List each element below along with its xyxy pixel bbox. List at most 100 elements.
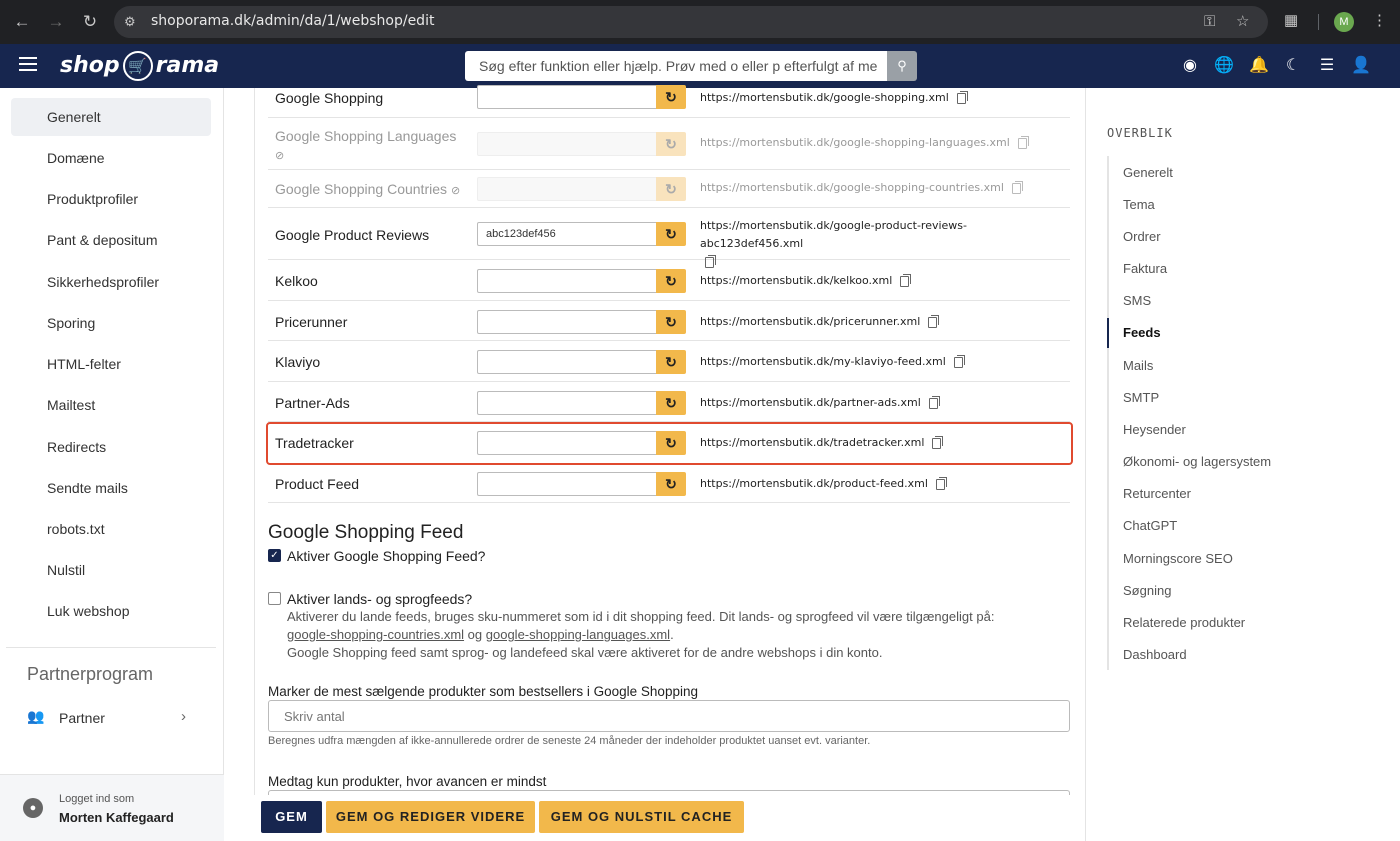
copy-icon[interactable] xyxy=(900,273,912,287)
sidebar-item-domaene[interactable]: Domæne xyxy=(11,139,211,177)
countries-feed-link[interactable]: google-shopping-countries.xml xyxy=(287,627,464,642)
feed-url: https://mortensbutik.dk/partner-ads.xml xyxy=(700,394,1068,412)
overview-item-tema[interactable]: Tema xyxy=(1123,197,1155,212)
activate-google-feed-checkbox[interactable]: ✓ xyxy=(268,549,281,562)
back-icon[interactable]: ← xyxy=(10,10,34,34)
overview-item-dashboard[interactable]: Dashboard xyxy=(1123,647,1187,662)
activate-google-feed-label[interactable]: Aktiver Google Shopping Feed? xyxy=(287,548,485,564)
feed-name: Google Shopping Languages ⊘ xyxy=(275,127,465,165)
sidebar-item-generelt[interactable]: Generelt xyxy=(11,98,211,136)
feed-url-text: https://mortensbutik.dk/pricerunner.xml xyxy=(700,315,921,328)
overview-item-okonomi[interactable]: Økonomi- og lagersystem xyxy=(1123,454,1271,469)
country-language-feeds-label[interactable]: Aktiver lands- og sprogfeeds? xyxy=(287,591,472,607)
overview-item-faktura[interactable]: Faktura xyxy=(1123,261,1167,276)
password-key-icon[interactable]: ⚿ xyxy=(1204,13,1215,31)
refresh-icon[interactable]: ↻ xyxy=(656,269,686,293)
copy-icon[interactable] xyxy=(953,354,965,368)
copy-icon[interactable] xyxy=(1011,180,1023,194)
user-icon[interactable]: 👤 xyxy=(1351,56,1371,76)
reload-icon[interactable]: ↻ xyxy=(78,10,102,34)
profile-avatar[interactable]: M xyxy=(1334,12,1354,32)
refresh-icon[interactable]: ↻ xyxy=(656,472,686,496)
save-button[interactable]: GEM xyxy=(261,801,322,833)
search-icon[interactable]: ⚲ xyxy=(887,51,917,81)
save-reset-cache-button[interactable]: GEM OG NULSTIL CACHE xyxy=(539,801,744,833)
overview-item-generelt[interactable]: Generelt xyxy=(1123,165,1173,180)
overview-item-heysender[interactable]: Heysender xyxy=(1123,422,1186,437)
desc-period: . xyxy=(670,627,674,642)
overview-item-feeds[interactable]: Feeds xyxy=(1123,325,1161,340)
feed-name: Kelkoo xyxy=(275,273,318,289)
globe-icon[interactable]: 🌐 xyxy=(1214,56,1234,76)
tradetracker-highlight xyxy=(266,422,1073,465)
refresh-icon[interactable]: ↻ xyxy=(656,222,686,246)
bell-icon[interactable]: 🔔 xyxy=(1249,56,1269,76)
copy-icon[interactable] xyxy=(956,90,968,104)
sidebar-item-sikkerhedsprofiler[interactable]: Sikkerhedsprofiler xyxy=(11,263,211,301)
sidebar-item-html-felter[interactable]: HTML-felter xyxy=(11,345,211,383)
sidebar-item-robots[interactable]: robots.txt xyxy=(11,510,211,548)
overview-item-ordrer[interactable]: Ordrer xyxy=(1123,229,1161,244)
eye-icon[interactable]: ◉ xyxy=(1180,56,1200,76)
feed-id-input[interactable] xyxy=(477,310,657,334)
overview-item-sogning[interactable]: Søgning xyxy=(1123,583,1171,598)
feed-url-text: https://mortensbutik.dk/google-shopping-… xyxy=(700,181,1004,194)
bestseller-count-input[interactable]: Skriv antal xyxy=(268,700,1070,732)
feed-id-input[interactable] xyxy=(477,350,657,374)
url-text[interactable]: shoporama.dk/admin/da/1/webshop/edit xyxy=(151,13,434,29)
feed-name: Product Feed xyxy=(275,476,360,492)
sidebar-item-nulstil[interactable]: Nulstil xyxy=(11,551,211,589)
sidebar-item-sporing[interactable]: Sporing xyxy=(11,304,211,342)
address-bar[interactable]: ⚙ shoporama.dk/admin/da/1/webshop/edit ⚿… xyxy=(114,6,1268,38)
sidebar-item-mailtest[interactable]: Mailtest xyxy=(11,386,211,424)
copy-icon[interactable] xyxy=(928,395,940,409)
dark-mode-moon-icon[interactable]: ☾ xyxy=(1283,56,1303,76)
languages-feed-link[interactable]: google-shopping-languages.xml xyxy=(486,627,670,642)
feed-row-google-shopping-countries: Google Shopping Countries ⊘ ↻ https://mor… xyxy=(268,170,1070,208)
extensions-icon[interactable]: ▦ xyxy=(1284,11,1298,29)
hamburger-menu-icon[interactable] xyxy=(19,57,37,75)
overview-item-sms[interactable]: SMS xyxy=(1123,293,1151,308)
feed-url: https://mortensbutik.dk/google-shopping-… xyxy=(700,179,1068,197)
feed-name: Pricerunner xyxy=(275,314,348,330)
desc-line3: Google Shopping feed samt sprog- og land… xyxy=(287,645,883,660)
feed-id-input[interactable] xyxy=(477,391,657,415)
overview-item-chatgpt[interactable]: ChatGPT xyxy=(1123,518,1177,533)
feed-id-input[interactable]: abc123def456 xyxy=(477,222,657,246)
refresh-icon[interactable]: ↻ xyxy=(656,350,686,374)
search-input[interactable]: Søg efter funktion eller hjælp. Prøv med… xyxy=(465,51,887,81)
refresh-icon[interactable]: ↻ xyxy=(656,85,686,109)
feed-id-input[interactable] xyxy=(477,269,657,293)
overview-item-morningscore[interactable]: Morningscore SEO xyxy=(1123,551,1233,566)
people-icon: 👥 xyxy=(27,708,45,724)
copy-icon[interactable] xyxy=(928,314,940,328)
sidebar-item-redirects[interactable]: Redirects xyxy=(11,428,211,466)
bookmark-star-icon[interactable]: ☆ xyxy=(1236,13,1249,31)
feed-url: https://mortensbutik.dk/kelkoo.xml xyxy=(700,272,1068,290)
stack-menu-icon[interactable]: ☰ xyxy=(1317,56,1337,76)
feed-id-input[interactable] xyxy=(477,85,657,109)
sidebar-item-luk-webshop[interactable]: Luk webshop xyxy=(11,592,211,630)
overview-item-returcenter[interactable]: Returcenter xyxy=(1123,486,1191,501)
overview-item-relaterede[interactable]: Relaterede produkter xyxy=(1123,615,1245,630)
overview-item-smtp[interactable]: SMTP xyxy=(1123,390,1159,405)
refresh-icon[interactable]: ↻ xyxy=(656,391,686,415)
sidebar-item-pant-depositum[interactable]: Pant & depositum xyxy=(11,221,211,259)
sidebar-item-sendte-mails[interactable]: Sendte mails xyxy=(11,469,211,507)
sidebar-item-produktprofiler[interactable]: Produktprofiler xyxy=(11,180,211,218)
overview-item-mails[interactable]: Mails xyxy=(1123,358,1153,373)
site-settings-icon[interactable]: ⚙ xyxy=(124,13,142,31)
feed-name: Google Product Reviews xyxy=(275,227,430,243)
country-language-feeds-checkbox[interactable] xyxy=(268,592,281,605)
save-continue-button[interactable]: GEM OG REDIGER VIDERE xyxy=(326,801,535,833)
copy-icon[interactable] xyxy=(1017,135,1029,149)
logo-text-right: rama xyxy=(155,53,220,78)
feed-id-input[interactable] xyxy=(477,472,657,496)
sidebar-item-partner[interactable]: 👥 Partner › xyxy=(27,708,197,728)
shoporama-logo[interactable]: shop 🛒 rama xyxy=(60,51,219,81)
copy-icon[interactable] xyxy=(935,476,947,490)
forward-icon[interactable]: → xyxy=(44,10,68,34)
refresh-icon[interactable]: ↻ xyxy=(656,310,686,334)
browser-menu-icon[interactable]: ⋮ xyxy=(1372,11,1387,29)
eye-slash-icon: ⊘ xyxy=(451,185,461,197)
